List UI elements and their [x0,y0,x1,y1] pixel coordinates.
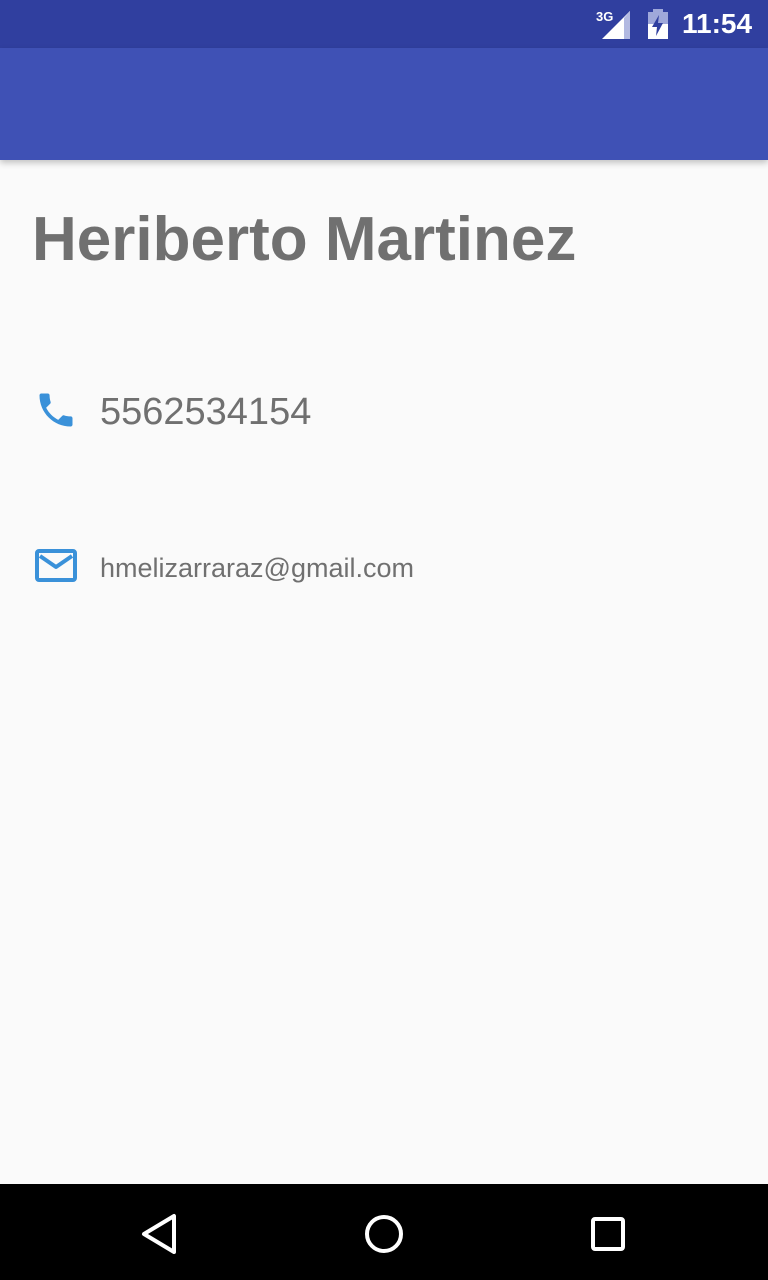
status-time: 11:54 [682,8,753,39]
recents-icon[interactable] [576,1202,640,1266]
phone-icon [39,393,73,427]
phone-row[interactable]: 5562534154 [0,376,768,448]
email-address: hmelizarraraz@gmail.com [100,553,414,583]
home-icon[interactable] [352,1202,416,1266]
navigation-bar [0,1184,768,1280]
app-bar [0,48,768,160]
back-icon[interactable] [128,1202,192,1266]
battery-charging-icon [648,9,668,39]
signal-icon [602,11,630,39]
email-icon [35,549,77,582]
screen: 3G 11:54 Heriberto Martinez 5562534154 h… [0,0,768,1280]
phone-number: 5562534154 [100,391,312,433]
email-row[interactable]: hmelizarraraz@gmail.com [0,540,768,596]
contact-name: Heriberto Martinez [32,205,577,274]
status-bar: 3G 11:54 [0,0,768,48]
